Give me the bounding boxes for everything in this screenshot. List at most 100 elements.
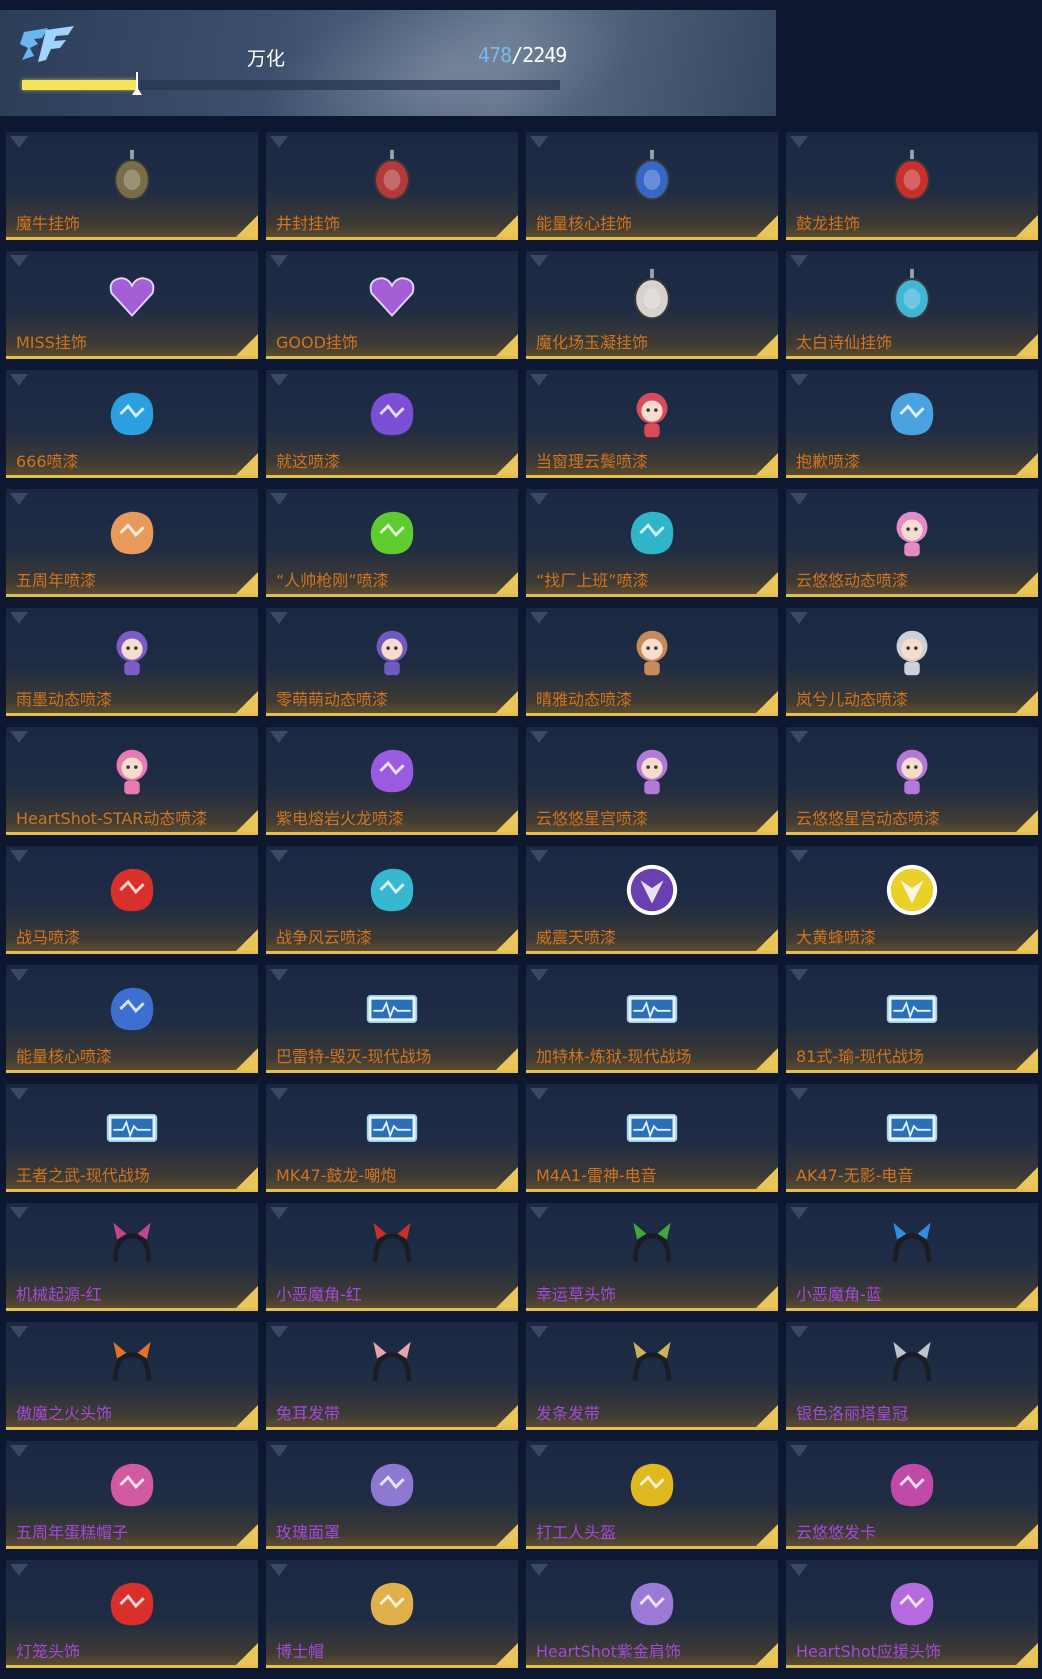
weapon-card-icon	[622, 979, 682, 1039]
anniversary-spray-icon	[102, 503, 162, 563]
item-card[interactable]: 战争风云喷漆	[266, 846, 518, 954]
item-card[interactable]: “找厂上班”喷漆	[526, 489, 778, 597]
item-label: 小恶魔角-红	[276, 1285, 362, 1304]
collection-current: 478	[478, 43, 512, 67]
item-card[interactable]: 81式-瑜-现代战场	[786, 965, 1038, 1073]
item-card[interactable]: 就这喷漆	[266, 370, 518, 478]
star-spray-icon	[362, 384, 422, 444]
item-grid: 魔牛挂饰 井封挂饰 能量核心挂饰 鼓龙挂饰 MISS挂饰 GOOD挂饰 魔化场玉凝挂饰 太白诗…	[6, 132, 1038, 1676]
item-card[interactable]: 魔牛挂饰	[6, 132, 258, 240]
item-card[interactable]: MK47-鼓龙-嘲炮	[266, 1084, 518, 1192]
item-card[interactable]: 能量核心喷漆	[6, 965, 258, 1073]
item-card[interactable]: 云悠悠星宫喷漆	[526, 727, 778, 835]
item-card[interactable]: 幸运草头饰	[526, 1203, 778, 1311]
item-card[interactable]: 巴雷特-毁灭-现代战场	[266, 965, 518, 1073]
item-card[interactable]: AK47-无影-电音	[786, 1084, 1038, 1192]
item-card[interactable]: 发条发带	[526, 1322, 778, 1430]
item-card[interactable]: 大黄蜂喷漆	[786, 846, 1038, 954]
item-card[interactable]: 666喷漆	[6, 370, 258, 478]
item-label: 零萌萌动态喷漆	[276, 690, 389, 709]
item-label: GOOD挂饰	[276, 333, 358, 352]
item-card[interactable]: 威震天喷漆	[526, 846, 778, 954]
item-card[interactable]: 晴雅动态喷漆	[526, 608, 778, 716]
cf-logo-icon	[20, 26, 74, 62]
item-card[interactable]: 灯笼头饰	[6, 1560, 258, 1668]
warhorse-spray-icon	[102, 860, 162, 920]
item-card[interactable]: 雨墨动态喷漆	[6, 608, 258, 716]
item-card[interactable]: 机械起源-红	[6, 1203, 258, 1311]
item-label: 当窗理云鬓喷漆	[536, 452, 649, 471]
item-label: 紫电熔岩火龙喷漆	[276, 809, 405, 828]
item-label: 威震天喷漆	[536, 928, 617, 947]
item-card[interactable]: 五周年喷漆	[6, 489, 258, 597]
collection-progress-marker	[132, 72, 143, 95]
item-card[interactable]: 傲魔之火头饰	[6, 1322, 258, 1430]
bunny-ear-headband-icon	[362, 1336, 422, 1396]
sorry-spray-icon	[882, 384, 942, 444]
green-splash-icon	[362, 503, 422, 563]
item-label: MK47-鼓龙-嘲炮	[276, 1166, 397, 1185]
energy-core-charm-icon	[622, 146, 682, 206]
item-card[interactable]: HeartShot紫金肩饰	[526, 1560, 778, 1668]
item-card[interactable]: 零萌萌动态喷漆	[266, 608, 518, 716]
lantern-headwear-icon	[102, 1574, 162, 1634]
item-card[interactable]: 银色洛丽塔皇冠	[786, 1322, 1038, 1430]
poet-charm-icon	[882, 265, 942, 325]
item-label: “找厂上班”喷漆	[536, 571, 649, 590]
item-label: 灯笼头饰	[16, 1642, 81, 1661]
weapon-card-icon	[622, 1098, 682, 1158]
collection-separator: /	[511, 43, 523, 67]
item-card[interactable]: 战马喷漆	[6, 846, 258, 954]
blue-horn-headband-icon	[882, 1217, 942, 1277]
yellow-helmet-icon	[622, 1455, 682, 1515]
item-card[interactable]: 魔化场玉凝挂饰	[526, 251, 778, 359]
rose-mask-icon	[362, 1455, 422, 1515]
item-card[interactable]: 岚兮儿动态喷漆	[786, 608, 1038, 716]
star-palace-girl-2-icon	[882, 741, 942, 801]
item-card[interactable]: 抱歉喷漆	[786, 370, 1038, 478]
item-card[interactable]: 加特林-炼狱-现代战场	[526, 965, 778, 1073]
player-name: 万化	[247, 48, 286, 70]
item-card[interactable]: 兔耳发带	[266, 1322, 518, 1430]
item-label: 幸运草头饰	[536, 1285, 617, 1304]
item-label: 五周年喷漆	[16, 571, 97, 590]
item-card[interactable]: 云悠悠动态喷漆	[786, 489, 1038, 597]
dragon-charm-icon	[882, 146, 942, 206]
item-card[interactable]: 井封挂饰	[266, 132, 518, 240]
item-label: 能量核心挂饰	[536, 214, 633, 233]
item-card[interactable]: 小恶魔角-红	[266, 1203, 518, 1311]
item-card[interactable]: 能量核心挂饰	[526, 132, 778, 240]
drone-spray-icon	[362, 860, 422, 920]
item-card[interactable]: GOOD挂饰	[266, 251, 518, 359]
item-card[interactable]: 玫瑰面罩	[266, 1441, 518, 1549]
cake-hat-icon	[102, 1455, 162, 1515]
silver-girl-icon	[882, 622, 942, 682]
item-card[interactable]: 云悠悠星宫动态喷漆	[786, 727, 1038, 835]
item-card[interactable]: 鼓龙挂饰	[786, 132, 1038, 240]
item-card[interactable]: HeartShot应援头饰	[786, 1560, 1038, 1668]
purple-dragon-icon	[362, 741, 422, 801]
item-label: M4A1-雷神-电音	[536, 1166, 657, 1185]
item-label: 玫瑰面罩	[276, 1523, 341, 1542]
item-label: 大黄蜂喷漆	[796, 928, 877, 947]
item-card[interactable]: 博士帽	[266, 1560, 518, 1668]
item-card[interactable]: HeartShot-STAR动态喷漆	[6, 727, 258, 835]
item-label: 银色洛丽塔皇冠	[796, 1404, 909, 1423]
weapon-card-icon	[882, 979, 942, 1039]
flower-hairpin-icon	[882, 1455, 942, 1515]
item-card[interactable]: 紫电熔岩火龙喷漆	[266, 727, 518, 835]
item-card[interactable]: “人帅枪刚”喷漆	[266, 489, 518, 597]
heartshot-star-icon	[102, 741, 162, 801]
item-card[interactable]: 小恶魔角-蓝	[786, 1203, 1038, 1311]
clover-headband-icon	[622, 1217, 682, 1277]
item-card[interactable]: 王者之武-现代战场	[6, 1084, 258, 1192]
item-card[interactable]: MISS挂饰	[6, 251, 258, 359]
item-card[interactable]: M4A1-雷神-电音	[526, 1084, 778, 1192]
item-card[interactable]: 云悠悠发卡	[786, 1441, 1038, 1549]
shoulder-armor-icon	[622, 1574, 682, 1634]
item-card[interactable]: 当窗理云鬓喷漆	[526, 370, 778, 478]
item-card[interactable]: 打工人头盔	[526, 1441, 778, 1549]
item-card[interactable]: 太白诗仙挂饰	[786, 251, 1038, 359]
item-card[interactable]: 五周年蛋糕帽子	[6, 1441, 258, 1549]
seal-charm-icon	[362, 146, 422, 206]
